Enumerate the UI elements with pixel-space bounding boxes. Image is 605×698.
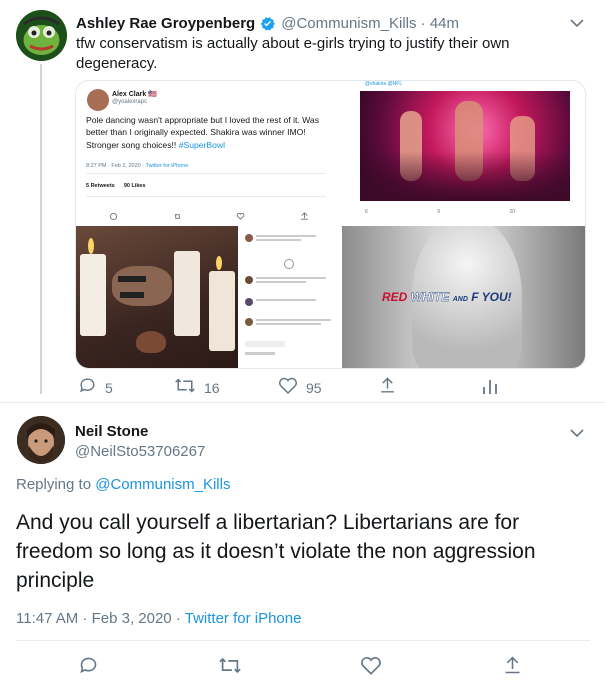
- retweet-count: 16: [204, 380, 220, 396]
- comments-screenshot[interactable]: [240, 226, 340, 368]
- reply-retweet-button[interactable]: [218, 655, 242, 681]
- reply-divider: [16, 640, 590, 641]
- share-action[interactable]: [378, 376, 397, 400]
- reply-author-name[interactable]: Neil Stone: [75, 423, 148, 440]
- reply-tweet[interactable]: Neil Stone @NeilSto53706267 Replying to …: [0, 403, 605, 698]
- share-icon: [502, 656, 523, 680]
- avatar[interactable]: [16, 10, 67, 61]
- reply-count: 5: [105, 380, 113, 396]
- like-count: 95: [306, 380, 322, 396]
- retweet-action[interactable]: 16: [174, 376, 220, 400]
- reply-reply-button[interactable]: [78, 655, 99, 681]
- reply-source[interactable]: Twitter for iPhone: [185, 610, 302, 627]
- embedded-share-icon: [300, 208, 309, 224]
- share-icon: [378, 377, 397, 399]
- embedded-time: 8:27 PM · Feb 2, 2020 ·: [86, 163, 145, 169]
- concert-photo[interactable]: @shakira @NFL 6 9 20: [340, 81, 585, 224]
- reply-icon: [78, 376, 97, 400]
- embedded-retweets: 5 Retweets: [86, 183, 115, 189]
- flag-text-white: WHITE: [410, 290, 450, 304]
- embedded-reply-icon: [109, 208, 118, 224]
- flag-text-fyou: F YOU!: [471, 290, 512, 304]
- retweet-icon: [174, 376, 196, 400]
- embedded-likes: 90 Likes: [123, 183, 146, 189]
- verified-icon: [259, 15, 276, 32]
- reply-time: 11:47 AM · Feb 3, 2020 ·: [16, 610, 181, 627]
- embedded-handle: @yoalexrapc: [112, 99, 148, 105]
- reply-caret-down-icon[interactable]: [570, 425, 584, 443]
- heart-icon: [360, 656, 382, 680]
- flag-text-image[interactable]: RED WHITE AND F YOU!: [342, 226, 585, 368]
- candles-photo[interactable]: [76, 226, 238, 368]
- embedded-tweet-image[interactable]: Alex Clark 🇺🇸 @yoalexrapc Pole dancing w…: [76, 81, 338, 224]
- handle-time: @Communism_Kills · 44m: [281, 14, 459, 32]
- retweet-icon: [218, 657, 242, 680]
- replying-prefix: Replying to: [16, 476, 92, 493]
- reply-handle: @NeilSto53706267: [75, 443, 206, 460]
- reply-avatar[interactable]: [17, 416, 65, 464]
- embedded-name: Alex Clark 🇺🇸: [112, 91, 157, 98]
- reply-action[interactable]: 5: [78, 376, 113, 400]
- embedded-avatar: [87, 89, 109, 111]
- first-tweet[interactable]: Ashley Rae Groypenberg @Communism_Kills …: [0, 0, 605, 400]
- reply-like-button[interactable]: [360, 655, 382, 681]
- replying-to-link[interactable]: @Communism_Kills: [95, 476, 230, 493]
- tr-replies: 6: [365, 209, 368, 215]
- top-right-handle: @shakira @NFL: [365, 81, 403, 87]
- caret-down-icon[interactable]: [570, 15, 584, 33]
- reply-text: And you call yourself a libertarian? Lib…: [16, 511, 536, 592]
- embedded-hashtag: #SuperBowl: [178, 139, 226, 150]
- author-name[interactable]: Ashley Rae Groypenberg: [76, 15, 255, 32]
- reply-share-button[interactable]: [502, 655, 523, 681]
- tr-likes: 20: [509, 209, 515, 215]
- embedded-source: Twitter for iPhone: [145, 163, 189, 169]
- flag-text-and: AND: [452, 296, 468, 303]
- media-grid[interactable]: Alex Clark 🇺🇸 @yoalexrapc Pole dancing w…: [75, 80, 586, 369]
- flag-text-red: RED: [382, 290, 408, 304]
- thread-line: [40, 64, 42, 394]
- embedded-like-icon: [236, 208, 245, 224]
- analytics-action[interactable]: [482, 378, 498, 400]
- embedded-retweet-icon: [173, 208, 182, 224]
- tr-retweets: 9: [437, 209, 440, 215]
- heart-icon: [278, 376, 298, 400]
- analytics-icon: [482, 380, 498, 399]
- reply-icon: [78, 657, 99, 680]
- tweet-text: tfw conservatism is actually about e-gir…: [76, 35, 510, 72]
- like-action[interactable]: 95: [278, 376, 322, 400]
